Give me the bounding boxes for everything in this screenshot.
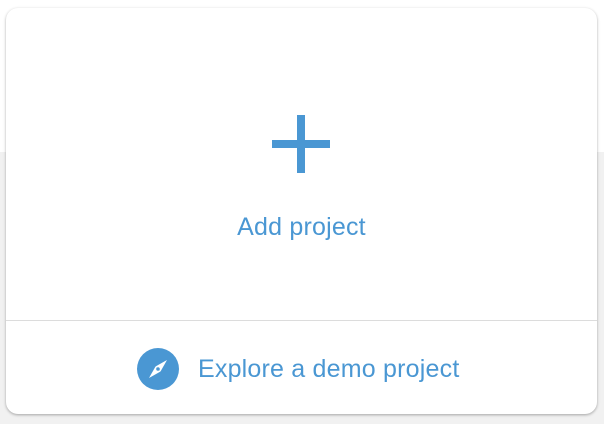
compass-icon — [137, 348, 179, 390]
plus-icon — [272, 115, 330, 173]
add-project-button[interactable]: Add project — [6, 8, 597, 321]
add-project-label: Add project — [237, 213, 366, 241]
project-card: Add project Explore a demo project — [6, 8, 597, 414]
explore-demo-project-button[interactable]: Explore a demo project — [6, 321, 597, 414]
explore-demo-project-label: Explore a demo project — [198, 355, 460, 383]
